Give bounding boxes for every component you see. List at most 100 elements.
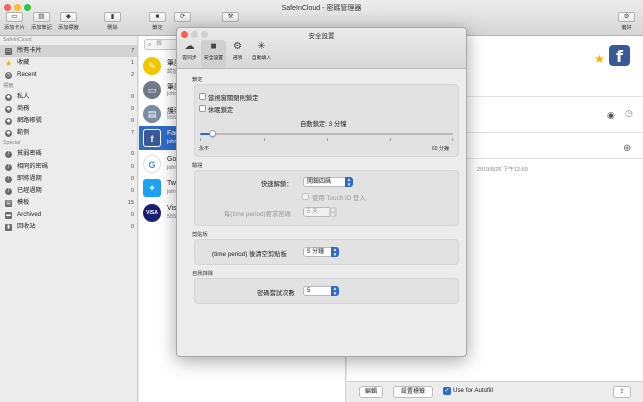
lock-on-sleep-checkbox[interactable]	[199, 105, 206, 112]
cards-icon: ▭	[5, 48, 12, 55]
add-label-button[interactable]: ◆ 添加標籤	[58, 12, 79, 31]
sidebar-item-business[interactable]: ◆ 商務 0	[0, 103, 137, 115]
star-icon: ★	[5, 59, 13, 69]
sidebar-item-same-passwords[interactable]: ! 相同的密碼 0	[0, 161, 137, 173]
sidebar-item-templates[interactable]: ▤ 模板 15	[0, 197, 137, 209]
sidebar-item-archived[interactable]: ▬ Archived 0	[0, 209, 137, 221]
autofill-label: Use for Autofill	[453, 387, 493, 394]
warning-icon: !	[5, 187, 12, 195]
slider-max-label: 60 分鐘	[432, 146, 449, 152]
chevron-updown-icon: ▲ ▼	[345, 177, 353, 187]
lock-on-close-checkbox[interactable]	[199, 93, 206, 100]
sidebar-item-recent[interactable]: ◷ Recent 2	[0, 69, 137, 81]
touch-id-label: 使用 Touch ID 登入	[312, 195, 366, 202]
gear-icon: ⚙	[618, 12, 635, 22]
warning-icon: !	[5, 151, 12, 159]
tab-cloud-sync[interactable]: ☁ 雲同步	[177, 40, 202, 68]
slider-tick	[200, 138, 201, 141]
sidebar: SafeInCloud ▭ 所有卡片 7 ★ 收藏 1 ◷ Recent 2 標…	[0, 36, 138, 402]
lock-on-close-label: 當視窗關閉則鎖定	[208, 95, 259, 102]
quick-unlock-select[interactable]: 開鎖四碼 ▲ ▼	[303, 177, 353, 187]
tag-icon: ◆	[5, 130, 12, 138]
tab-autofill[interactable]: ✳ 自動填入	[249, 40, 274, 68]
sidebar-item-favorites[interactable]: ★ 收藏 1	[0, 57, 137, 69]
slider-tick	[327, 138, 328, 141]
unlock-section-title: 驗證	[192, 163, 203, 169]
tab-options[interactable]: ⚙ 選項	[225, 40, 250, 68]
lock-icon: ■	[210, 41, 217, 52]
sidebar-item-samples[interactable]: ◆ 範例 7	[0, 127, 137, 139]
add-note-icon: ▤	[32, 12, 50, 22]
sync-icon: ⟳	[174, 12, 191, 22]
dialog-titlebar: 安全設置 ☁ 雲同步 ■ 安全設置 ⚙ 選項 ✳ 自動填入	[177, 28, 466, 69]
slider-tick	[264, 138, 265, 141]
password-period-select: 5 天 ▲ ▼	[303, 207, 337, 217]
passport-icon: ▤	[143, 105, 161, 123]
password-attempts-label: 密碼嘗試次數	[257, 290, 295, 297]
unlock-section: 快速解鎖： 開鎖四碼 ▲ ▼ 使用 Touch ID 登入 每(time peri…	[194, 170, 459, 226]
autofill-checkbox[interactable]: ✓	[443, 387, 451, 395]
preferences-button[interactable]: ⚙ 偏好	[618, 12, 635, 31]
lock-section: 當視窗關閉則鎖定 休眠鎖定 自動鎖定: 3 分鐘 永不 60 分鐘	[194, 84, 459, 157]
warning-icon: !	[5, 163, 12, 171]
dialog-title: 安全設置	[308, 33, 335, 40]
sidebar-header: SafeInCloud	[3, 37, 32, 43]
tools-button[interactable]: ⚒	[222, 12, 239, 22]
autolock-value-label: 自動鎖定: 3 分鐘	[300, 121, 347, 128]
star-icon[interactable]: ★	[594, 52, 605, 66]
sidebar-item-web-accounts[interactable]: ◆ 網路帳號 0	[0, 115, 137, 127]
archive-icon: ▬	[5, 212, 12, 220]
add-card-button[interactable]: ▭ 添加卡片	[4, 12, 25, 31]
chevron-updown-icon: ▲ ▼	[329, 207, 337, 217]
sidebar-item-weak-passwords[interactable]: ! 貧弱密碼 0	[0, 148, 137, 160]
laptop-icon: ▭	[143, 81, 161, 99]
eye-icon[interactable]: ◉	[607, 110, 615, 121]
share-button[interactable]: ⇪	[613, 386, 631, 398]
autolock-slider-track	[200, 133, 453, 135]
special-header: Special	[3, 140, 21, 147]
history-icon[interactable]: ◷	[625, 108, 633, 119]
tab-security[interactable]: ■ 安全設置	[201, 40, 226, 68]
sidebar-item-private[interactable]: ◆ 私人 0	[0, 91, 137, 103]
trash-icon: ▮	[5, 224, 12, 232]
modified-date: 2019/8/26 下午12:59	[477, 167, 528, 173]
password-attempts-select[interactable]: 5 ▲ ▼	[303, 286, 339, 296]
search-icon: ⌕	[148, 42, 152, 48]
slider-tick	[452, 138, 453, 141]
facebook-icon: f	[143, 129, 161, 147]
lock-on-sleep-label: 休眠鎖定	[208, 107, 234, 114]
add-label-icon: ◆	[59, 12, 77, 22]
clear-clipboard-label: (time period) 後清空剪貼板	[212, 251, 287, 258]
self-destruct-section: 密碼嘗試次數 5 ▲ ▼	[194, 278, 459, 304]
clipboard-section: (time period) 後清空剪貼板 5 分鐘 ▲ ▼	[194, 239, 459, 265]
set-labels-button[interactable]: 設置標籤	[393, 386, 433, 398]
window-title: SafeInCloud - 密碼管理器	[281, 5, 362, 12]
labels-header: 標籤	[3, 82, 14, 89]
sync-button[interactable]: ⟳	[174, 12, 191, 22]
globe-icon[interactable]: ⊕	[623, 143, 631, 154]
clear-clipboard-select[interactable]: 5 分鐘 ▲ ▼	[303, 247, 339, 257]
tag-icon: ◆	[5, 105, 12, 113]
gear-icon: ⚙	[233, 41, 242, 52]
autolock-slider[interactable]	[209, 130, 216, 137]
sidebar-item-trash[interactable]: ▮ 回收站 0	[0, 221, 137, 233]
lock-button[interactable]: ■ 鎖定	[149, 12, 166, 31]
sidebar-item-all-cards[interactable]: ▭ 所有卡片 7	[0, 45, 137, 58]
clipboard-section-title: 剪貼板	[192, 232, 208, 238]
tools-icon: ⚒	[222, 12, 239, 22]
add-note-button[interactable]: ▤ 添加筆記	[31, 12, 52, 31]
lock-icon: ■	[149, 12, 166, 22]
note-icon: ✎	[143, 57, 161, 75]
detail-bottom-bar: 編輯 設置標籤 ✓ Use for Autofill ⇪	[347, 381, 643, 402]
sidebar-item-expired[interactable]: ! 已經過期 0	[0, 185, 137, 197]
sidebar-item-expiring[interactable]: ! 即將過期 0	[0, 173, 137, 185]
edit-button[interactable]: 編輯	[359, 386, 383, 398]
tag-icon: ◆	[5, 93, 12, 101]
quick-unlock-label: 快速解鎖：	[261, 181, 293, 188]
delete-button[interactable]: ▮ 刪除	[104, 12, 121, 31]
tag-icon: ◆	[5, 117, 12, 125]
warning-icon: !	[5, 175, 12, 183]
add-card-icon: ▭	[5, 12, 23, 22]
wand-icon: ✳	[257, 41, 266, 52]
twitter-icon: ✦	[143, 179, 161, 197]
